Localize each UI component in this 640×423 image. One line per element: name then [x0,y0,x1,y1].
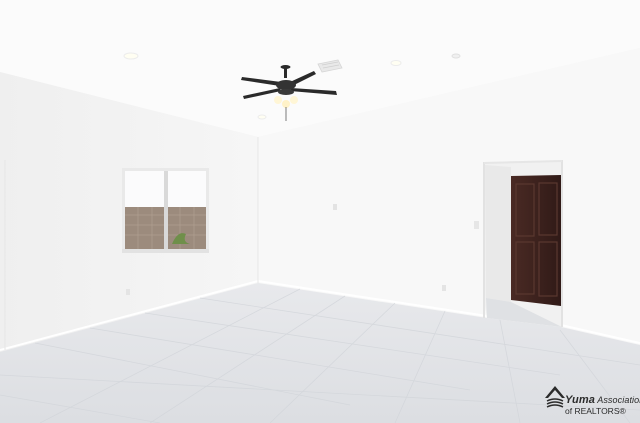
light-switch [474,221,479,229]
ceiling-sensor [451,53,461,59]
house-roof-logo-icon [545,386,565,408]
watermark-association-text: Yuma Association [565,394,640,406]
realtors-watermark: Yuma Association of REALTORS® [543,382,640,420]
outlet-left [126,289,130,295]
recessed-light [123,52,139,60]
fan-light-bulb [290,96,298,104]
watermark-realtors-text: of REALTORS® [565,406,626,416]
window [122,168,209,253]
wooden-door [511,175,561,306]
outlet-back [442,285,446,291]
fan-light-bulb [282,100,290,108]
thermostat [333,204,337,210]
empty-room-photo: Yuma Association of REALTORS® [0,0,640,423]
recessed-light [257,114,267,120]
room-illustration [0,0,640,423]
recessed-light [390,60,402,66]
fan-light-bulb [274,96,282,104]
